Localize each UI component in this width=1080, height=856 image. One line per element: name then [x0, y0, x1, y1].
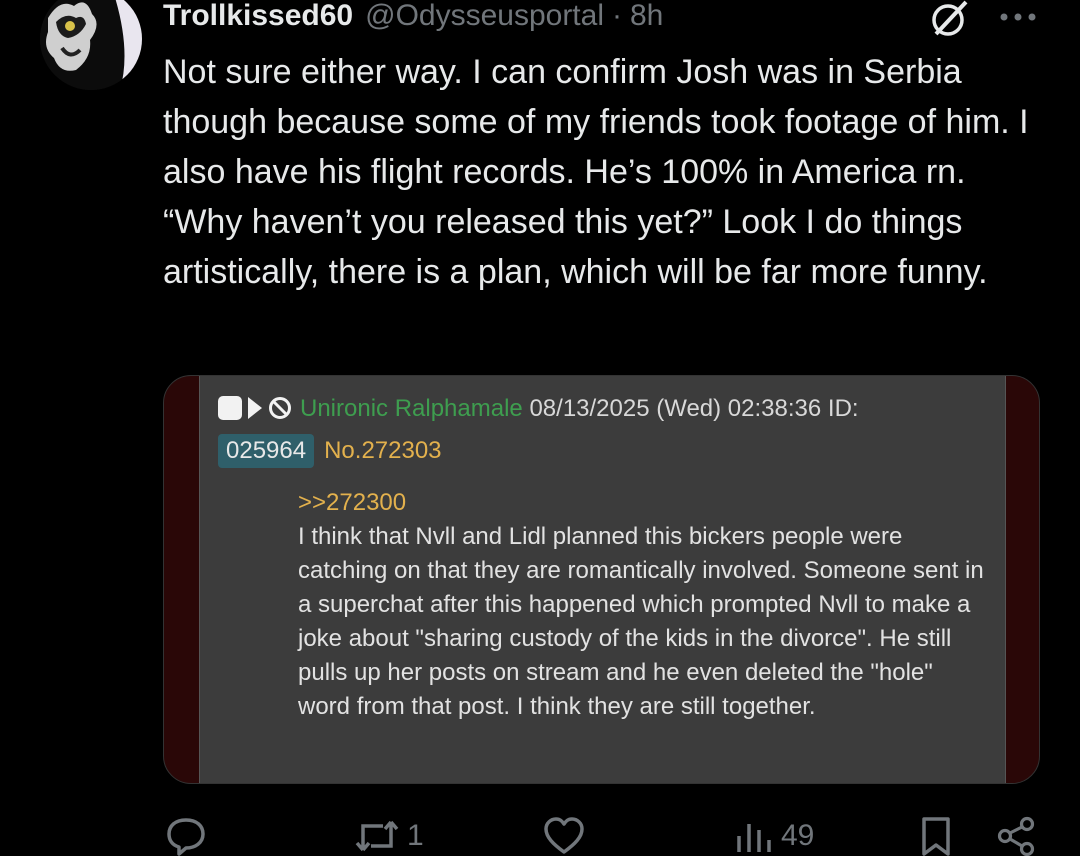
poster-name: Unironic Ralphamale — [300, 395, 523, 422]
quote-link: >>272300 — [298, 489, 407, 516]
post-header: Unironic Ralphamale 08/13/2025 (Wed) 02:… — [218, 390, 998, 470]
tweet-header: Trollkissed60 @Odysseusportal · 8h — [163, 0, 663, 38]
retweet-button[interactable]: 1 — [355, 816, 424, 856]
expand-arrow-icon — [248, 397, 262, 419]
embedded-image[interactable]: Unironic Ralphamale 08/13/2025 (Wed) 02:… — [163, 375, 1040, 784]
more-icon[interactable] — [998, 2, 1038, 32]
bookmark-icon — [922, 817, 950, 856]
poster-id-badge: 025964 — [218, 434, 315, 468]
post-number: No.272303 — [324, 437, 442, 464]
retweet-count: 1 — [407, 819, 424, 852]
timestamp[interactable]: 8h — [630, 0, 663, 33]
post-datetime: 08/13/2025 (Wed) 02:38:36 — [529, 395, 822, 422]
grok-icon[interactable] — [928, 0, 972, 40]
user-handle[interactable]: @Odysseusportal — [365, 0, 604, 33]
views-count: 49 — [781, 819, 815, 852]
retweet-icon — [355, 820, 399, 852]
action-bar: 1 49 — [0, 808, 1080, 856]
post-body: >>272300 I think that Nvll and Lidl plan… — [298, 486, 988, 724]
separator-dot: · — [612, 0, 622, 32]
views-icon — [737, 824, 771, 852]
share-icon — [997, 816, 1035, 856]
hide-icon — [268, 394, 292, 432]
post-text: I think that Nvll and Lidl planned this … — [298, 523, 984, 720]
post-checkbox — [218, 396, 242, 420]
bookmark-button[interactable] — [918, 816, 954, 856]
tweet-text: Not sure either way. I can confirm Josh … — [163, 53, 1029, 291]
id-label: ID: — [827, 395, 859, 422]
imageboard-post: Unironic Ralphamale 08/13/2025 (Wed) 02:… — [199, 376, 1006, 783]
avatar[interactable] — [40, 0, 142, 90]
like-button[interactable] — [543, 816, 593, 856]
display-name[interactable]: Trollkissed60 — [163, 0, 353, 33]
like-icon — [544, 817, 584, 854]
reply-icon — [167, 818, 205, 856]
views-button[interactable]: 49 — [733, 816, 814, 856]
share-button[interactable] — [996, 816, 1036, 856]
reply-button[interactable] — [165, 816, 215, 856]
